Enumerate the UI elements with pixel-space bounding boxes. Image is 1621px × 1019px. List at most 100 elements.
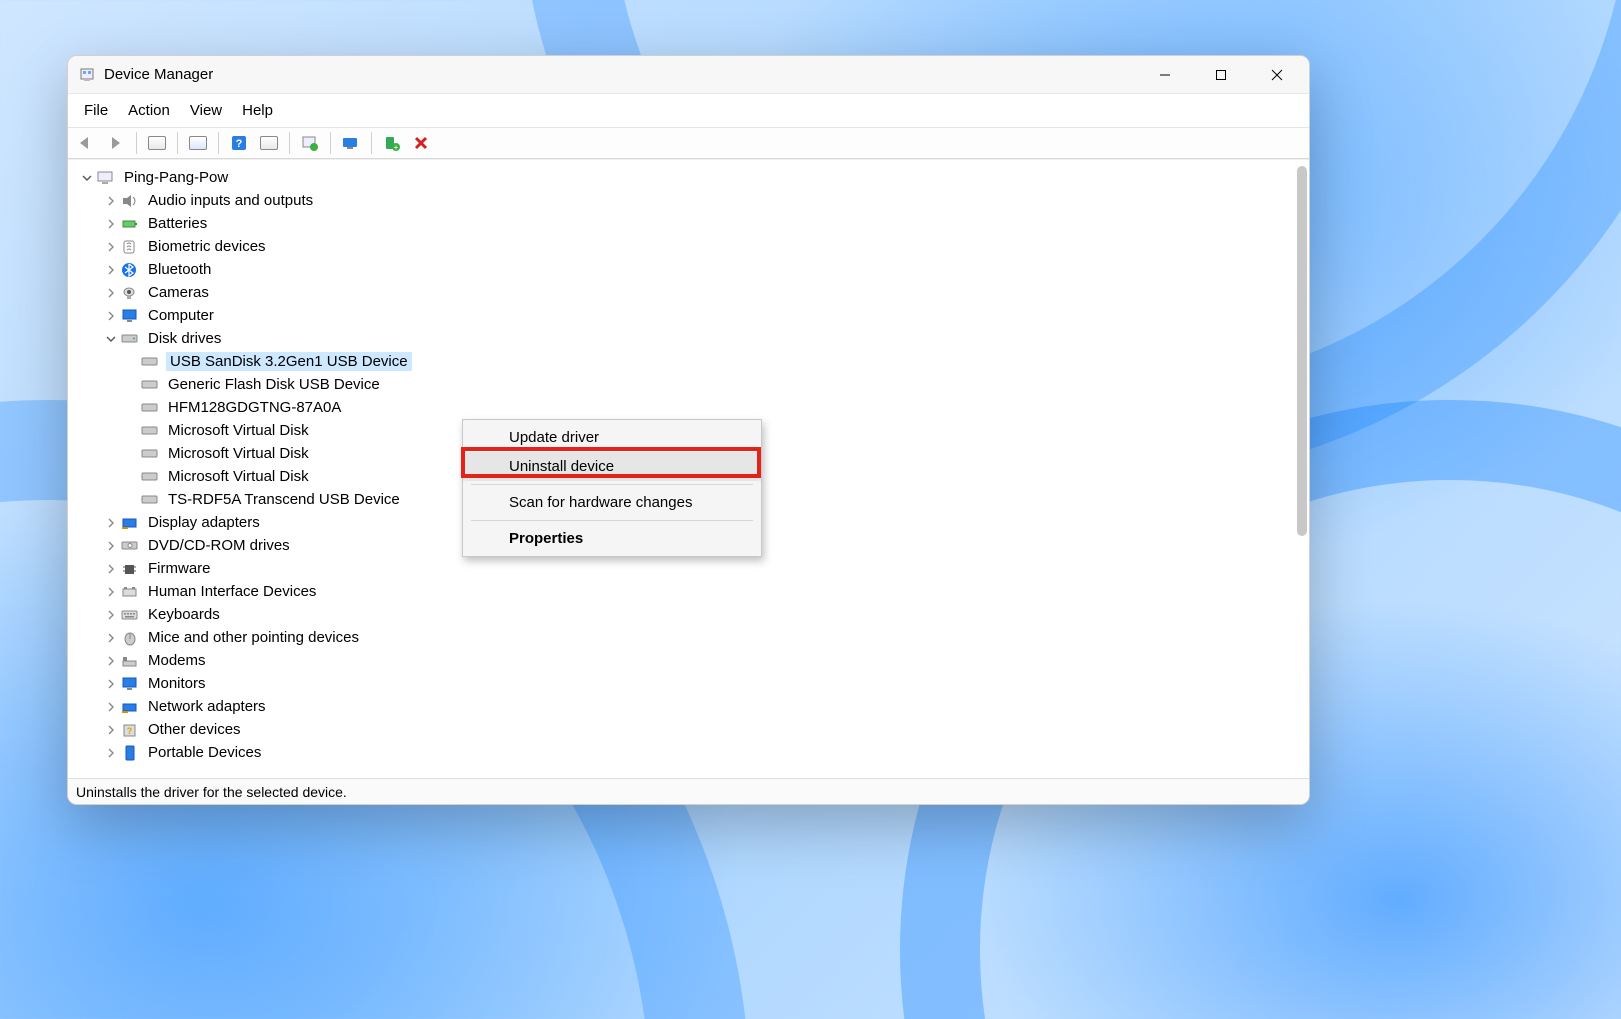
category-other[interactable]: ? Other devices (76, 718, 1309, 741)
show-hidden-icon[interactable] (143, 131, 171, 155)
back-icon[interactable] (72, 131, 100, 155)
menu-file[interactable]: File (74, 98, 118, 123)
category-label: Mice and other pointing devices (146, 629, 361, 646)
disk-icon (140, 375, 160, 395)
chevron-right-icon[interactable] (104, 723, 118, 737)
chevron-right-icon[interactable] (104, 286, 118, 300)
menu-action[interactable]: Action (118, 98, 180, 123)
forward-icon[interactable] (102, 131, 130, 155)
disk-drive-item[interactable]: Generic Flash Disk USB Device (76, 373, 1309, 396)
chevron-right-icon[interactable] (104, 654, 118, 668)
gpu-icon (120, 513, 140, 533)
category-modems[interactable]: Modems (76, 649, 1309, 672)
category-label: Monitors (146, 675, 208, 692)
ctx-divider (471, 520, 753, 521)
menu-view[interactable]: View (180, 98, 232, 123)
scan-hardware-icon[interactable] (337, 131, 365, 155)
context-menu: Update driver Uninstall device Scan for … (462, 419, 762, 557)
chevron-right-icon[interactable] (104, 309, 118, 323)
toolbar-separator (330, 132, 331, 154)
category-network[interactable]: Network adapters (76, 695, 1309, 718)
category-hid[interactable]: Human Interface Devices (76, 580, 1309, 603)
disk-icon (140, 352, 160, 372)
chevron-down-icon[interactable] (104, 332, 118, 346)
chevron-right-icon[interactable] (104, 746, 118, 760)
menu-help[interactable]: Help (232, 98, 283, 123)
tree-root[interactable]: Ping-Pang-Pow (76, 166, 1309, 189)
app-icon (78, 66, 96, 84)
camera-icon (120, 283, 140, 303)
chevron-right-icon[interactable] (104, 217, 118, 231)
computer-icon (96, 168, 116, 188)
disk-icon (140, 467, 160, 487)
category-firmware[interactable]: Firmware (76, 557, 1309, 580)
ctx-divider (471, 484, 753, 485)
category-batteries[interactable]: Batteries (76, 212, 1309, 235)
uninstall-device-icon[interactable] (408, 131, 436, 155)
chevron-right-icon[interactable] (104, 240, 118, 254)
disk-drive-item[interactable]: HFM128GDGTNG-87A0A (76, 396, 1309, 419)
toolbar-separator (177, 132, 178, 154)
svg-text:+: + (394, 143, 399, 151)
chevron-right-icon[interactable] (104, 263, 118, 277)
chevron-right-icon[interactable] (104, 700, 118, 714)
chevron-right-icon[interactable] (104, 516, 118, 530)
category-disk-drives[interactable]: Disk drives (76, 327, 1309, 350)
close-button[interactable] (1249, 57, 1305, 93)
category-computer[interactable]: Computer (76, 304, 1309, 327)
category-label: Bluetooth (146, 261, 213, 278)
update-driver-icon[interactable] (296, 131, 324, 155)
category-cameras[interactable]: Cameras (76, 281, 1309, 304)
disk-drive-item-selected[interactable]: USB SanDisk 3.2Gen1 USB Device (76, 350, 1309, 373)
chevron-right-icon[interactable] (104, 194, 118, 208)
category-audio[interactable]: Audio inputs and outputs (76, 189, 1309, 212)
category-keyboards[interactable]: Keyboards (76, 603, 1309, 626)
chevron-down-icon[interactable] (80, 171, 94, 185)
titlebar[interactable]: Device Manager (68, 56, 1309, 94)
category-label: Network adapters (146, 698, 268, 715)
toolbar: ? + (68, 128, 1309, 159)
chevron-right-icon[interactable] (104, 562, 118, 576)
maximize-button[interactable] (1193, 57, 1249, 93)
ctx-scan-hardware[interactable]: Scan for hardware changes (463, 488, 761, 517)
help-icon[interactable]: ? (225, 131, 253, 155)
category-mice[interactable]: Mice and other pointing devices (76, 626, 1309, 649)
category-portable[interactable]: Portable Devices (76, 741, 1309, 764)
category-monitors[interactable]: Monitors (76, 672, 1309, 695)
mouse-icon (120, 628, 140, 648)
category-label: Cameras (146, 284, 211, 301)
toolbar-separator (218, 132, 219, 154)
tree-root-label: Ping-Pang-Pow (122, 169, 230, 186)
action-center-icon[interactable] (255, 131, 283, 155)
category-bluetooth[interactable]: Bluetooth (76, 258, 1309, 281)
category-label: Display adapters (146, 514, 262, 531)
disk-drive-label: Microsoft Virtual Disk (166, 422, 311, 439)
category-label: Firmware (146, 560, 213, 577)
chevron-right-icon[interactable] (104, 631, 118, 645)
statusbar: Uninstalls the driver for the selected d… (68, 778, 1309, 804)
svg-text:?: ? (236, 138, 243, 150)
minimize-button[interactable] (1137, 57, 1193, 93)
chevron-right-icon[interactable] (104, 539, 118, 553)
chevron-right-icon[interactable] (104, 677, 118, 691)
hid-icon (120, 582, 140, 602)
chevron-right-icon[interactable] (104, 585, 118, 599)
portable-device-icon (120, 743, 140, 763)
network-icon (120, 697, 140, 717)
ctx-properties[interactable]: Properties (463, 524, 761, 553)
add-legacy-icon[interactable]: + (378, 131, 406, 155)
category-label: Keyboards (146, 606, 222, 623)
chevron-right-icon[interactable] (104, 608, 118, 622)
properties-icon[interactable] (184, 131, 212, 155)
category-biometric[interactable]: Biometric devices (76, 235, 1309, 258)
disk-icon (140, 444, 160, 464)
scrollbar-thumb[interactable] (1297, 166, 1307, 536)
ctx-uninstall-device[interactable]: Uninstall device (463, 452, 761, 481)
disk-drive-label: USB SanDisk 3.2Gen1 USB Device (166, 352, 412, 371)
category-label: Computer (146, 307, 216, 324)
toolbar-separator (371, 132, 372, 154)
chip-icon (120, 559, 140, 579)
monitor-icon (120, 674, 140, 694)
category-label: DVD/CD-ROM drives (146, 537, 292, 554)
ctx-update-driver[interactable]: Update driver (463, 423, 761, 452)
